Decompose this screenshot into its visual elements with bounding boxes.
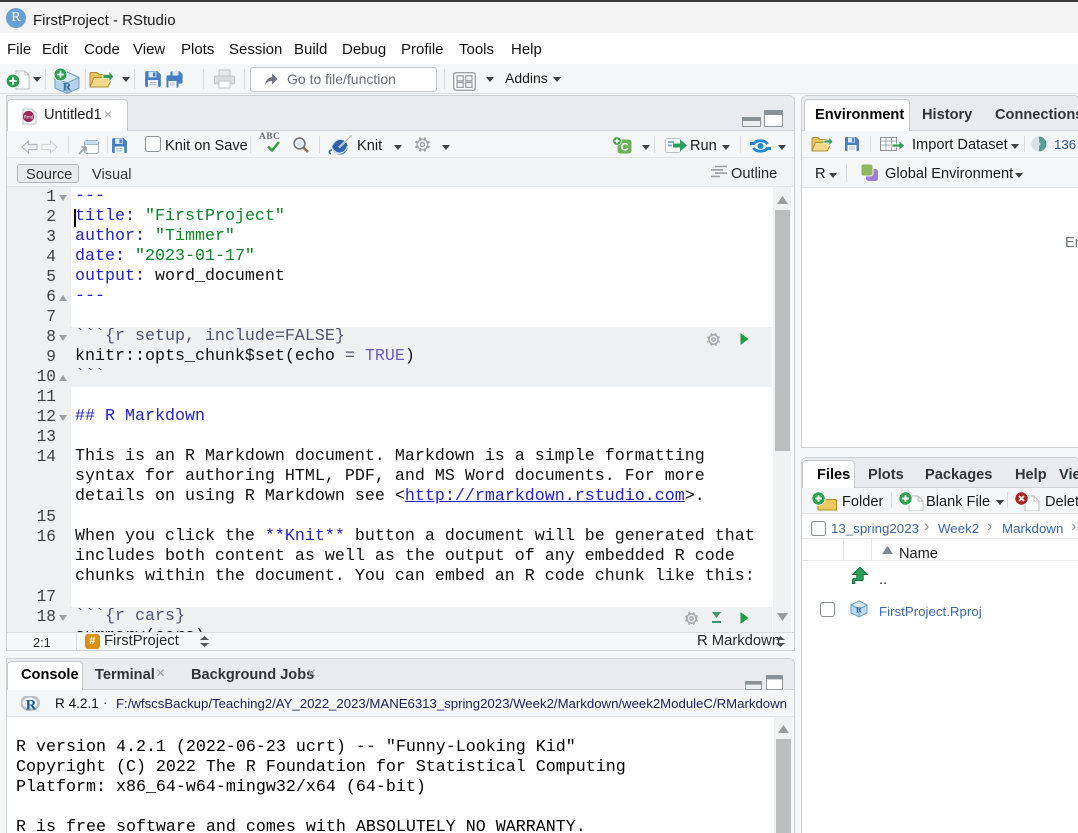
svg-text:R: R xyxy=(856,605,863,615)
svg-text:C: C xyxy=(621,142,629,154)
svg-text:R: R xyxy=(63,80,72,94)
svg-text:Rmd: Rmd xyxy=(24,115,34,120)
svg-text:R: R xyxy=(26,698,37,712)
